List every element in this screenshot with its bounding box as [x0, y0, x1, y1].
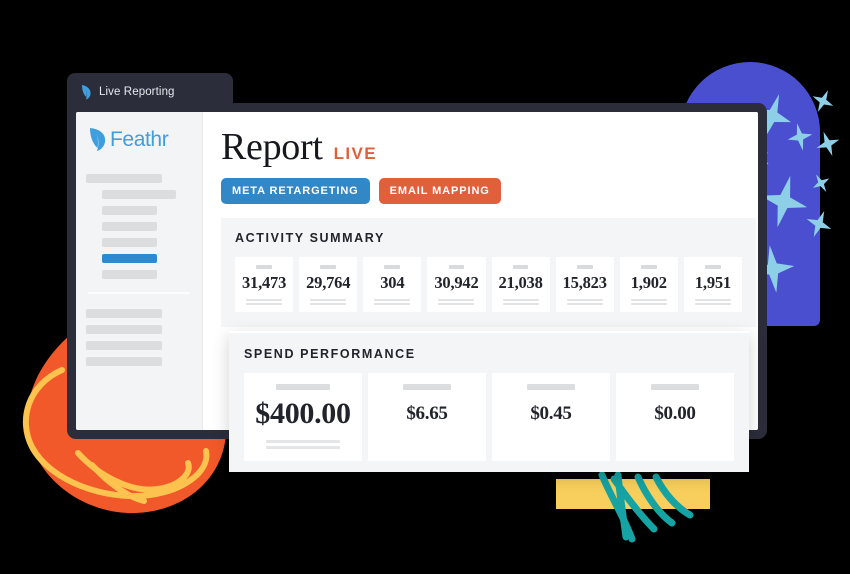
- page-title: Report: [221, 126, 323, 168]
- feather-icon: [82, 85, 91, 100]
- stat-label-placeholder: [384, 265, 401, 269]
- stat-value: 30,942: [434, 273, 479, 292]
- spend-card[interactable]: $6.65: [368, 373, 486, 461]
- svg-text:Feathr: Feathr: [110, 128, 169, 151]
- page-header: Report LIVE: [221, 128, 758, 166]
- spend-label-placeholder: [403, 384, 451, 390]
- stat-label-placeholder: [512, 265, 529, 269]
- spend-amount: $0.45: [530, 403, 572, 424]
- illustration-stage: Live Reporting Feathr Report LIVE META R…: [0, 0, 850, 574]
- sidebar-divider: [88, 292, 190, 294]
- spend-detail-placeholder: [266, 440, 340, 449]
- stat-value: 1,902: [630, 273, 667, 292]
- stat-value: 31,473: [241, 273, 287, 292]
- stat-detail-placeholder: [438, 299, 475, 305]
- stat-detail-placeholder: [566, 299, 603, 305]
- activity-stat-card[interactable]: 21,038: [491, 257, 550, 312]
- spend-performance-title: SPEND PERFORMANCE: [244, 347, 416, 361]
- stat-label-placeholder: [576, 265, 593, 269]
- activity-stat-card[interactable]: 1,902: [619, 257, 678, 312]
- stat-detail-placeholder: [694, 299, 731, 305]
- activity-stat-card[interactable]: 31,473: [235, 257, 294, 312]
- sidebar-item-7[interactable]: [102, 270, 158, 279]
- stat-value: 1,951: [694, 273, 731, 292]
- sidebar-secondary-item-1[interactable]: [86, 309, 163, 318]
- browser-tab-label: Live Reporting: [99, 86, 175, 98]
- activity-stat-card[interactable]: 15,823: [555, 257, 614, 312]
- live-status-badge: LIVE: [333, 144, 378, 163]
- stat-value: 15,823: [562, 273, 607, 292]
- stat-value: 21,038: [498, 273, 543, 292]
- sidebar-item-2[interactable]: [102, 190, 177, 199]
- sidebar-secondary-item-4[interactable]: [86, 357, 163, 366]
- stat-detail-placeholder: [310, 299, 347, 305]
- spend-card-row: $400.00 $6.65 $0.45 $0.00: [244, 373, 734, 461]
- spend-performance-section: SPEND PERFORMANCE $400.00 $6.65 $0.45 $0…: [229, 331, 749, 472]
- sidebar: Feathr: [76, 112, 203, 430]
- spend-amount: $400.00: [255, 397, 351, 430]
- stat-detail-placeholder: [246, 299, 283, 305]
- teal-scribble-icon: [598, 471, 694, 543]
- activity-stat-card[interactable]: 1,951: [683, 257, 742, 312]
- filter-pill-group: META RETARGETING EMAIL MAPPING: [221, 178, 758, 204]
- stat-detail-placeholder: [630, 299, 667, 305]
- sidebar-item-3[interactable]: [102, 206, 158, 215]
- activity-stat-row: 31,473 29,764 304 30,942 21,038 15,823 1…: [235, 257, 742, 312]
- stat-label-placeholder: [320, 265, 337, 269]
- stat-label-placeholder: [705, 265, 721, 269]
- sidebar-item-4[interactable]: [102, 222, 158, 231]
- spend-card-primary[interactable]: $400.00: [244, 373, 362, 461]
- feathr-wordmark: Feathr: [110, 128, 169, 151]
- spend-label-placeholder: [275, 384, 331, 390]
- pill-meta-retargeting[interactable]: META RETARGETING: [221, 178, 370, 204]
- spend-amount: $0.00: [654, 403, 696, 424]
- stat-detail-placeholder: [374, 299, 411, 305]
- spend-label-placeholder: [651, 384, 699, 390]
- activity-summary-section: ACTIVITY SUMMARY 31,473 29,764 304 30,94…: [221, 218, 756, 327]
- sidebar-secondary-item-3[interactable]: [86, 341, 163, 350]
- stat-value: 29,764: [306, 273, 351, 292]
- stat-label-placeholder: [640, 265, 657, 269]
- spend-label-placeholder: [527, 384, 575, 390]
- pill-email-mapping[interactable]: EMAIL MAPPING: [378, 178, 501, 204]
- sidebar-secondary-item-2[interactable]: [86, 325, 163, 334]
- stat-label-placeholder: [448, 265, 465, 269]
- spend-card[interactable]: $0.45: [492, 373, 610, 461]
- sidebar-item-6-selected[interactable]: [102, 254, 158, 263]
- sidebar-item-5[interactable]: [102, 238, 158, 247]
- activity-stat-card[interactable]: 29,764: [299, 257, 358, 312]
- sidebar-nav-primary: [76, 174, 202, 366]
- activity-summary-title: ACTIVITY SUMMARY: [235, 231, 385, 245]
- app-logo[interactable]: Feathr: [76, 126, 202, 152]
- activity-stat-card[interactable]: 304: [363, 257, 422, 312]
- stat-detail-placeholder: [502, 299, 539, 305]
- stat-value: 304: [380, 273, 405, 292]
- spend-amount: $6.65: [406, 403, 448, 424]
- feather-logo-icon: [90, 128, 106, 151]
- sidebar-item-1[interactable]: [86, 174, 163, 183]
- stat-label-placeholder: [256, 265, 272, 269]
- spend-card[interactable]: $0.00: [616, 373, 734, 461]
- activity-stat-card[interactable]: 30,942: [427, 257, 486, 312]
